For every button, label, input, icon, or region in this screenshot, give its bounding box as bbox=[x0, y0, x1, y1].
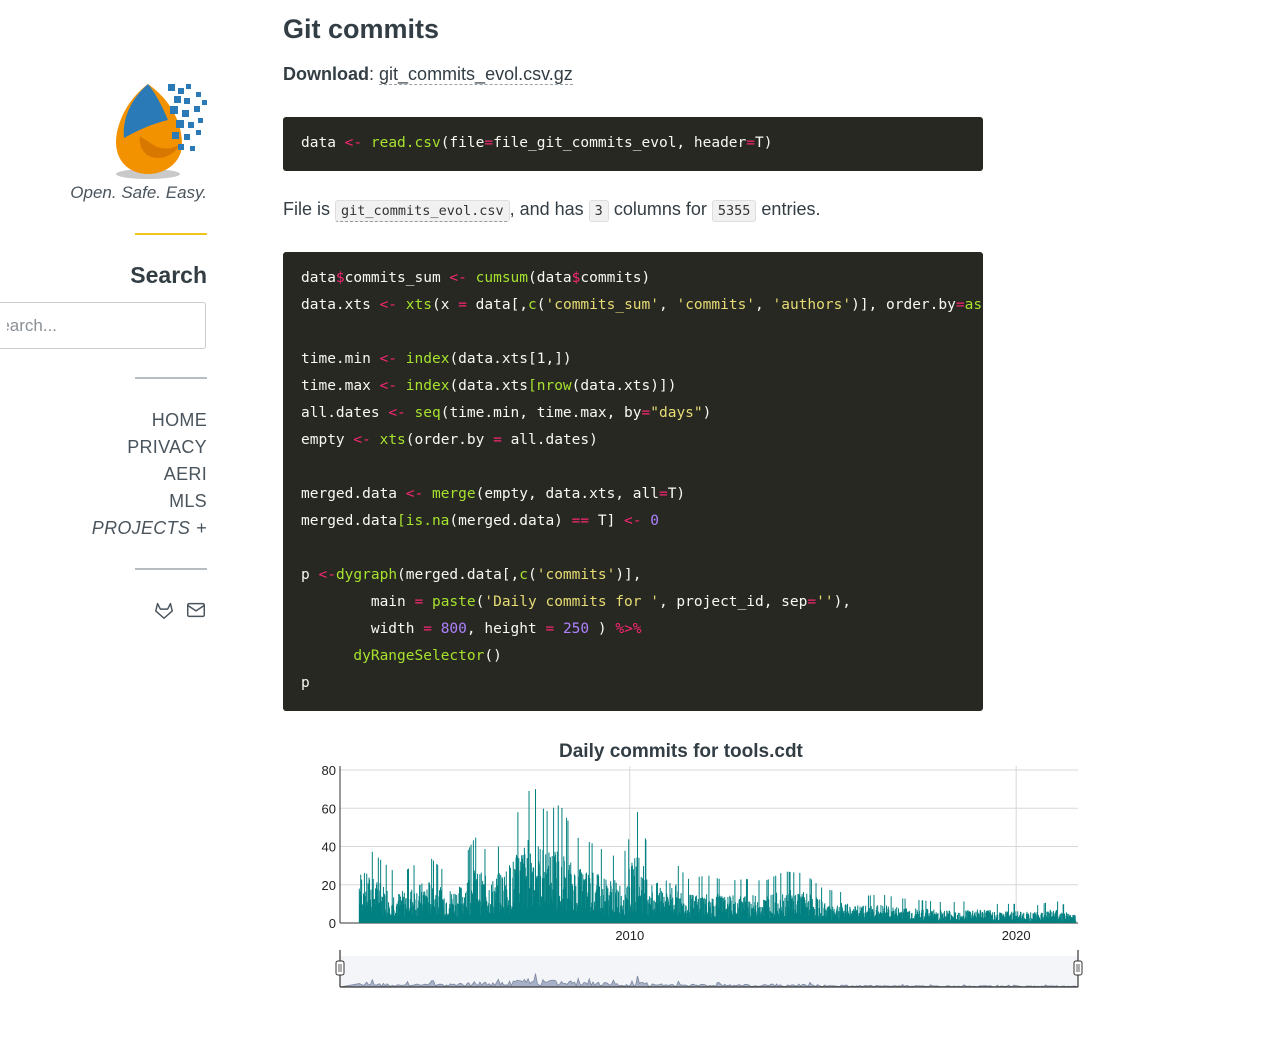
accent-divider bbox=[135, 233, 207, 235]
nav-projects-label: PROJECTS bbox=[91, 518, 191, 538]
entries-count-chip: 5355 bbox=[711, 200, 757, 222]
download-separator: : bbox=[369, 64, 375, 84]
gitlab-icon[interactable] bbox=[153, 599, 175, 621]
expand-projects-toggle[interactable]: + bbox=[196, 518, 207, 538]
y-tick-label: 40 bbox=[322, 840, 336, 855]
x-tick-label: 2020 bbox=[1002, 928, 1031, 943]
file-info-entries: entries. bbox=[761, 199, 821, 219]
nav-aeri[interactable]: AERI bbox=[92, 461, 207, 488]
sidebar: Open. Safe. Easy. Search HOME PRIVACY AE… bbox=[0, 0, 207, 1049]
y-tick-label: 80 bbox=[322, 763, 336, 778]
file-name-chip: git_commits_evol.csv bbox=[335, 200, 510, 222]
file-info-prefix: File is bbox=[283, 199, 331, 219]
range-handle-right[interactable] bbox=[1073, 960, 1083, 976]
site-logo[interactable] bbox=[112, 80, 208, 180]
nav-privacy[interactable]: PRIVACY bbox=[92, 434, 207, 461]
nav-home[interactable]: HOME bbox=[92, 407, 207, 434]
page-title: Git commits bbox=[283, 14, 440, 44]
y-tick-label: 60 bbox=[322, 801, 336, 816]
download-link[interactable]: git_commits_evol.csv.gz bbox=[379, 64, 573, 85]
y-tick-label: 20 bbox=[322, 878, 336, 893]
search-input[interactable] bbox=[0, 302, 206, 349]
social-links bbox=[153, 599, 207, 621]
search-heading: Search bbox=[130, 262, 207, 288]
mail-icon[interactable] bbox=[185, 599, 207, 621]
file-info-and: , and has bbox=[509, 199, 584, 219]
y-tick-label: 0 bbox=[329, 916, 336, 931]
range-selector-background bbox=[340, 956, 1078, 987]
download-label: Download bbox=[283, 64, 369, 84]
file-info: File is git_commits_evol.csv, and has 3 … bbox=[283, 199, 821, 222]
commits-chart[interactable]: 0 20 40 60 80 2010 2020 bbox=[300, 760, 1090, 1000]
site-tagline: Open. Safe. Easy. bbox=[70, 183, 207, 202]
main-nav: HOME PRIVACY AERI MLS PROJECTS + bbox=[92, 407, 207, 542]
divider bbox=[135, 377, 207, 379]
code-block-dygraph: data$commits_sum <- cumsum(data$commits)… bbox=[283, 252, 983, 711]
nav-mls[interactable]: MLS bbox=[92, 488, 207, 515]
code-block-read: data <- read.csv(file=file_git_commits_e… bbox=[283, 117, 983, 171]
x-tick-label: 2010 bbox=[615, 928, 644, 943]
file-info-columns: columns for bbox=[613, 199, 707, 219]
range-handle-left[interactable] bbox=[335, 960, 345, 976]
nav-projects[interactable]: PROJECTS + bbox=[92, 515, 207, 542]
columns-count-chip: 3 bbox=[588, 200, 609, 222]
divider bbox=[135, 568, 207, 570]
download-line: Download: git_commits_evol.csv.gz bbox=[283, 64, 573, 85]
